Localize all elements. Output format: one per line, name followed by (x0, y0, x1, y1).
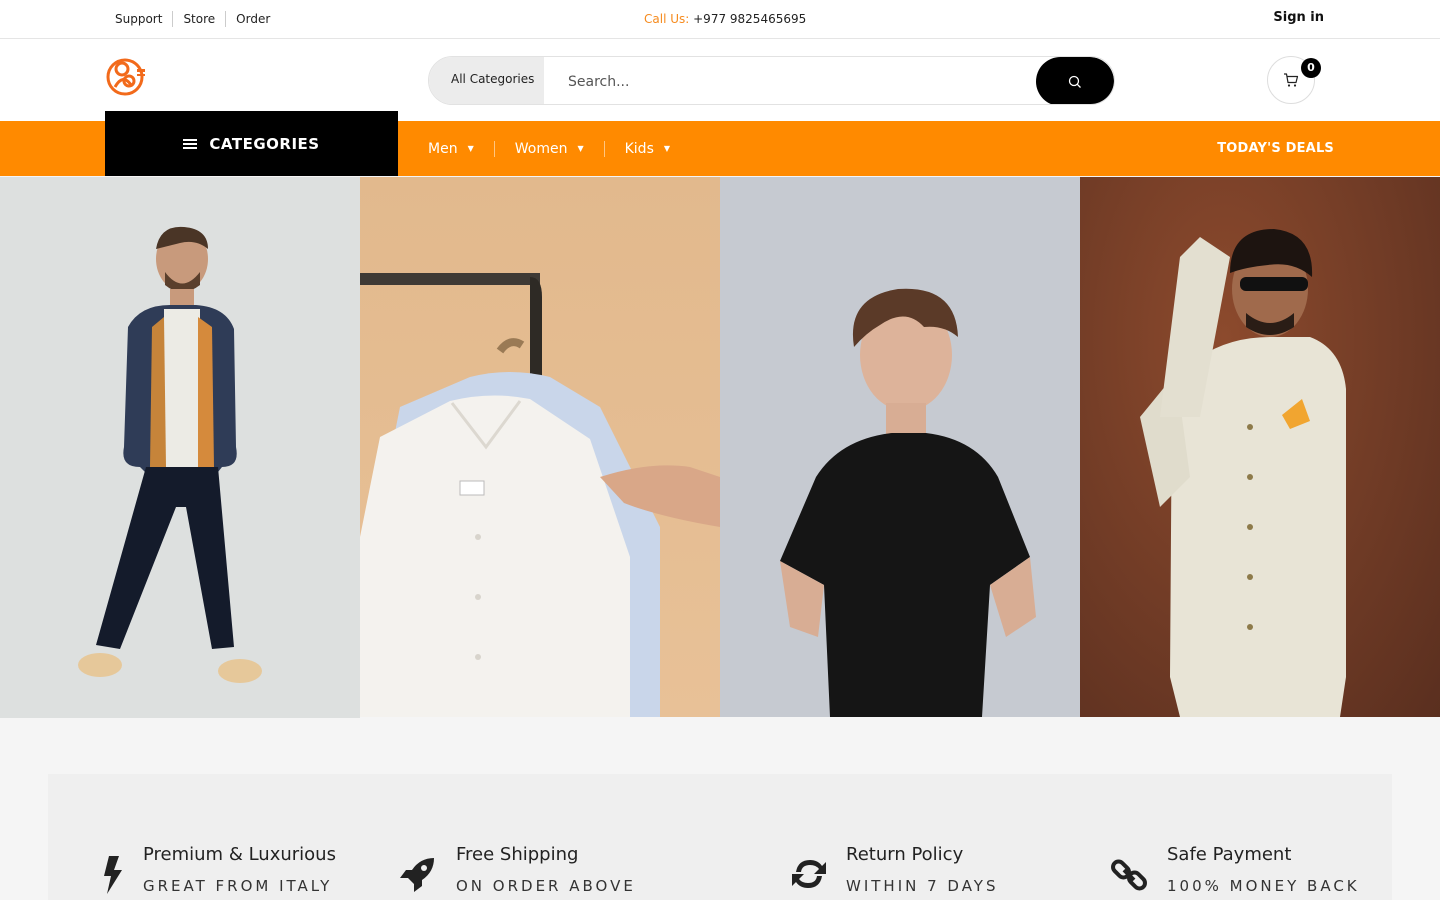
hero-image-black-tee[interactable] (720, 177, 1080, 717)
bolt-icon (104, 856, 122, 894)
support-link[interactable]: Support (115, 11, 172, 27)
top-bar: Support Store Order Call Us: +977 982546… (0, 0, 1440, 39)
call-us: Call Us: +977 9825465695 (644, 11, 806, 27)
cart-count-badge: 0 (1301, 58, 1321, 78)
brand-logo[interactable] (105, 55, 147, 97)
nav-item-kids[interactable]: Kids ▼ (603, 141, 690, 157)
category-select[interactable]: All Categories (429, 57, 544, 104)
feature-premium: Premium & Luxurious GREAT FROM ITALY (103, 844, 336, 895)
nav-item-men[interactable]: Men ▼ (428, 141, 494, 157)
search-button[interactable] (1036, 57, 1114, 104)
nav-item-women[interactable]: Women ▼ (493, 141, 604, 157)
call-us-label: Call Us: (644, 12, 690, 26)
hero-gallery (0, 177, 1440, 718)
feature-payment: Safe Payment 100% MONEY BACK (1110, 844, 1360, 895)
feature-shipping: Free Shipping ON ORDER ABOVE (400, 844, 636, 895)
feature-title: Return Policy (846, 844, 964, 865)
phone-number[interactable]: +977 9825465695 (693, 12, 806, 26)
categories-label: CATEGORIES (209, 134, 320, 153)
search-input[interactable] (544, 57, 1039, 104)
feature-title: Premium & Luxurious (143, 844, 336, 865)
order-link[interactable]: Order (225, 11, 280, 27)
cart-icon (1284, 73, 1299, 87)
features-strip: Premium & Luxurious GREAT FROM ITALY Fre… (48, 774, 1392, 900)
chevron-down-icon: ▼ (577, 144, 584, 153)
sign-in-link[interactable]: Sign in (1273, 10, 1324, 25)
feature-subtitle: WITHIN 7 DAYS (846, 877, 999, 895)
feature-subtitle: ON ORDER ABOVE (456, 877, 636, 895)
todays-deals-link[interactable]: TODAY'S DEALS (1217, 141, 1334, 156)
search-icon (1068, 75, 1081, 88)
top-links: Support Store Order (115, 11, 280, 27)
nav-item-label: Women (514, 141, 568, 157)
feature-subtitle: 100% MONEY BACK (1167, 877, 1360, 895)
chevron-down-icon: ▼ (467, 144, 474, 153)
hero-image-sherwani[interactable] (1080, 177, 1440, 717)
nav-item-label: Men (428, 141, 458, 157)
hero-image-denim-jacket[interactable] (0, 177, 360, 718)
feature-title: Free Shipping (456, 844, 579, 865)
menu-icon (183, 137, 198, 151)
feature-subtitle: GREAT FROM ITALY (143, 877, 333, 895)
store-link[interactable]: Store (172, 11, 225, 27)
categories-button[interactable]: CATEGORIES (105, 111, 398, 176)
feature-title: Safe Payment (1167, 844, 1292, 865)
feature-returns: Return Policy WITHIN 7 DAYS (792, 844, 999, 895)
search-bar: All Categories (428, 56, 1115, 105)
nav-item-label: Kids (624, 141, 654, 157)
rocket-icon (400, 858, 434, 892)
chevron-down-icon: ▼ (663, 144, 671, 153)
hero-image-shirts-rack[interactable] (360, 177, 720, 717)
refresh-icon (792, 860, 826, 888)
link-icon (1111, 859, 1147, 891)
nav-items: Men ▼ Women ▼ Kids ▼ (428, 141, 690, 157)
header: All Categories 0 (0, 39, 1440, 121)
